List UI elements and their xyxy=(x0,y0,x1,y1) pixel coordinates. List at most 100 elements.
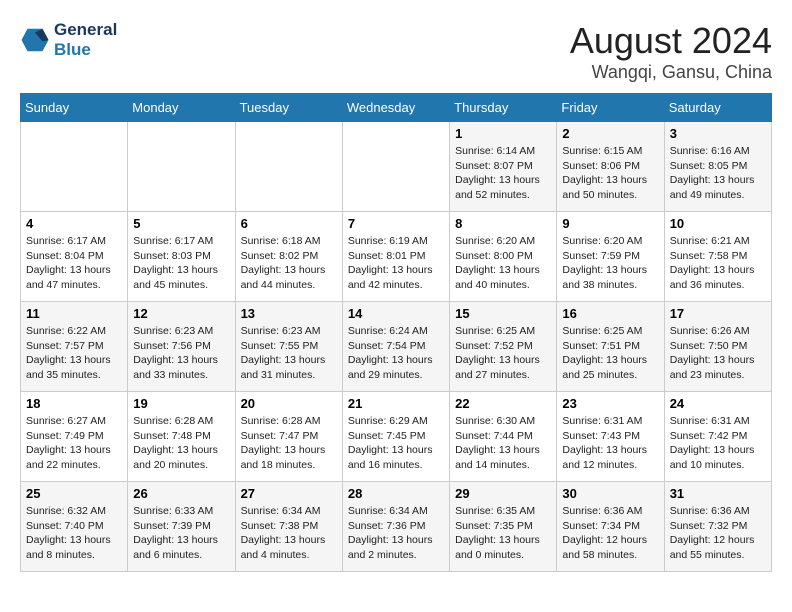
calendar-week-row: 4 Sunrise: 6:17 AM Sunset: 8:04 PM Daylig… xyxy=(21,212,772,302)
day-number: 1 xyxy=(455,126,551,141)
calendar-cell: 1 Sunrise: 6:14 AM Sunset: 8:07 PM Daylig… xyxy=(450,122,557,212)
day-number: 3 xyxy=(670,126,766,141)
day-number: 6 xyxy=(241,216,337,231)
col-wednesday: Wednesday xyxy=(342,94,449,122)
day-number: 2 xyxy=(562,126,658,141)
day-info: Sunrise: 6:32 AM Sunset: 7:40 PM Dayligh… xyxy=(26,504,122,563)
calendar-cell: 11 Sunrise: 6:22 AM Sunset: 7:57 PM Dayli… xyxy=(21,302,128,392)
page-header: General Blue August 2024 Wangqi, Gansu, … xyxy=(20,20,772,83)
calendar-cell: 4 Sunrise: 6:17 AM Sunset: 8:04 PM Daylig… xyxy=(21,212,128,302)
calendar-week-row: 18 Sunrise: 6:27 AM Sunset: 7:49 PM Dayli… xyxy=(21,392,772,482)
calendar-cell: 14Sunrise: 6:24 AM Sunset: 7:54 PM Dayli… xyxy=(342,302,449,392)
day-info: Sunrise: 6:34 AM Sunset: 7:36 PM Dayligh… xyxy=(348,504,444,563)
calendar-cell: 13 Sunrise: 6:23 AM Sunset: 7:55 PM Dayli… xyxy=(235,302,342,392)
day-number: 20 xyxy=(241,396,337,411)
day-info: Sunrise: 6:33 AM Sunset: 7:39 PM Dayligh… xyxy=(133,504,229,563)
calendar-cell: 26 Sunrise: 6:33 AM Sunset: 7:39 PM Dayli… xyxy=(128,482,235,572)
day-number: 15 xyxy=(455,306,551,321)
calendar-cell: 28 Sunrise: 6:34 AM Sunset: 7:36 PM Dayli… xyxy=(342,482,449,572)
calendar-cell: 10Sunrise: 6:21 AM Sunset: 7:58 PM Dayli… xyxy=(664,212,771,302)
calendar-cell: 23 Sunrise: 6:31 AM Sunset: 7:43 PM Dayli… xyxy=(557,392,664,482)
logo-text: General Blue xyxy=(54,20,117,60)
day-info: Sunrise: 6:28 AM Sunset: 7:48 PM Dayligh… xyxy=(133,414,229,473)
logo: General Blue xyxy=(20,20,117,60)
day-number: 25 xyxy=(26,486,122,501)
calendar-cell: 27 Sunrise: 6:34 AM Sunset: 7:38 PM Dayli… xyxy=(235,482,342,572)
day-info: Sunrise: 6:31 AM Sunset: 7:42 PM Dayligh… xyxy=(670,414,766,473)
calendar-cell: 31 Sunrise: 6:36 AM Sunset: 7:32 PM Dayli… xyxy=(664,482,771,572)
calendar-cell xyxy=(235,122,342,212)
calendar-table: Sunday Monday Tuesday Wednesday Thursday… xyxy=(20,93,772,572)
calendar-header-row: Sunday Monday Tuesday Wednesday Thursday… xyxy=(21,94,772,122)
day-info: Sunrise: 6:27 AM Sunset: 7:49 PM Dayligh… xyxy=(26,414,122,473)
calendar-cell: 20Sunrise: 6:28 AM Sunset: 7:47 PM Dayli… xyxy=(235,392,342,482)
day-number: 19 xyxy=(133,396,229,411)
day-info: Sunrise: 6:34 AM Sunset: 7:38 PM Dayligh… xyxy=(241,504,337,563)
day-number: 5 xyxy=(133,216,229,231)
calendar-cell: 29 Sunrise: 6:35 AM Sunset: 7:35 PM Dayli… xyxy=(450,482,557,572)
day-number: 31 xyxy=(670,486,766,501)
col-friday: Friday xyxy=(557,94,664,122)
calendar-cell xyxy=(21,122,128,212)
day-number: 27 xyxy=(241,486,337,501)
day-info: Sunrise: 6:23 AM Sunset: 7:55 PM Dayligh… xyxy=(241,324,337,383)
day-number: 22 xyxy=(455,396,551,411)
calendar-cell: 24 Sunrise: 6:31 AM Sunset: 7:42 PM Dayli… xyxy=(664,392,771,482)
calendar-cell xyxy=(342,122,449,212)
day-info: Sunrise: 6:17 AM Sunset: 8:03 PM Dayligh… xyxy=(133,234,229,293)
calendar-cell: 19 Sunrise: 6:28 AM Sunset: 7:48 PM Dayli… xyxy=(128,392,235,482)
day-info: Sunrise: 6:15 AM Sunset: 8:06 PM Dayligh… xyxy=(562,144,658,203)
day-number: 28 xyxy=(348,486,444,501)
day-info: Sunrise: 6:36 AM Sunset: 7:32 PM Dayligh… xyxy=(670,504,766,563)
day-number: 29 xyxy=(455,486,551,501)
day-number: 30 xyxy=(562,486,658,501)
day-number: 26 xyxy=(133,486,229,501)
calendar-cell: 25 Sunrise: 6:32 AM Sunset: 7:40 PM Dayli… xyxy=(21,482,128,572)
calendar-cell: 12 Sunrise: 6:23 AM Sunset: 7:56 PM Dayli… xyxy=(128,302,235,392)
col-thursday: Thursday xyxy=(450,94,557,122)
day-info: Sunrise: 6:25 AM Sunset: 7:52 PM Dayligh… xyxy=(455,324,551,383)
calendar-cell: 5 Sunrise: 6:17 AM Sunset: 8:03 PM Daylig… xyxy=(128,212,235,302)
calendar-cell: 30 Sunrise: 6:36 AM Sunset: 7:34 PM Dayli… xyxy=(557,482,664,572)
calendar-title: August 2024 xyxy=(570,20,772,62)
day-info: Sunrise: 6:30 AM Sunset: 7:44 PM Dayligh… xyxy=(455,414,551,473)
day-number: 11 xyxy=(26,306,122,321)
calendar-cell: 2 Sunrise: 6:15 AM Sunset: 8:06 PM Daylig… xyxy=(557,122,664,212)
day-info: Sunrise: 6:22 AM Sunset: 7:57 PM Dayligh… xyxy=(26,324,122,383)
day-number: 23 xyxy=(562,396,658,411)
day-info: Sunrise: 6:16 AM Sunset: 8:05 PM Dayligh… xyxy=(670,144,766,203)
day-info: Sunrise: 6:14 AM Sunset: 8:07 PM Dayligh… xyxy=(455,144,551,203)
day-info: Sunrise: 6:19 AM Sunset: 8:01 PM Dayligh… xyxy=(348,234,444,293)
col-sunday: Sunday xyxy=(21,94,128,122)
calendar-cell: 18 Sunrise: 6:27 AM Sunset: 7:49 PM Dayli… xyxy=(21,392,128,482)
day-info: Sunrise: 6:29 AM Sunset: 7:45 PM Dayligh… xyxy=(348,414,444,473)
day-info: Sunrise: 6:31 AM Sunset: 7:43 PM Dayligh… xyxy=(562,414,658,473)
calendar-cell: 16 Sunrise: 6:25 AM Sunset: 7:51 PM Dayli… xyxy=(557,302,664,392)
day-number: 24 xyxy=(670,396,766,411)
day-info: Sunrise: 6:35 AM Sunset: 7:35 PM Dayligh… xyxy=(455,504,551,563)
day-info: Sunrise: 6:26 AM Sunset: 7:50 PM Dayligh… xyxy=(670,324,766,383)
day-number: 16 xyxy=(562,306,658,321)
calendar-cell: 6 Sunrise: 6:18 AM Sunset: 8:02 PM Daylig… xyxy=(235,212,342,302)
day-info: Sunrise: 6:25 AM Sunset: 7:51 PM Dayligh… xyxy=(562,324,658,383)
col-saturday: Saturday xyxy=(664,94,771,122)
day-number: 13 xyxy=(241,306,337,321)
calendar-cell: 3 Sunrise: 6:16 AM Sunset: 8:05 PM Daylig… xyxy=(664,122,771,212)
day-info: Sunrise: 6:20 AM Sunset: 8:00 PM Dayligh… xyxy=(455,234,551,293)
day-info: Sunrise: 6:17 AM Sunset: 8:04 PM Dayligh… xyxy=(26,234,122,293)
day-info: Sunrise: 6:18 AM Sunset: 8:02 PM Dayligh… xyxy=(241,234,337,293)
day-info: Sunrise: 6:24 AM Sunset: 7:54 PM Dayligh… xyxy=(348,324,444,383)
day-info: Sunrise: 6:23 AM Sunset: 7:56 PM Dayligh… xyxy=(133,324,229,383)
day-number: 7 xyxy=(348,216,444,231)
day-number: 12 xyxy=(133,306,229,321)
day-number: 10 xyxy=(670,216,766,231)
day-number: 18 xyxy=(26,396,122,411)
calendar-cell: 21Sunrise: 6:29 AM Sunset: 7:45 PM Dayli… xyxy=(342,392,449,482)
day-info: Sunrise: 6:36 AM Sunset: 7:34 PM Dayligh… xyxy=(562,504,658,563)
calendar-cell xyxy=(128,122,235,212)
day-number: 9 xyxy=(562,216,658,231)
calendar-cell: 22 Sunrise: 6:30 AM Sunset: 7:44 PM Dayli… xyxy=(450,392,557,482)
title-section: August 2024 Wangqi, Gansu, China xyxy=(570,20,772,83)
day-number: 4 xyxy=(26,216,122,231)
col-monday: Monday xyxy=(128,94,235,122)
